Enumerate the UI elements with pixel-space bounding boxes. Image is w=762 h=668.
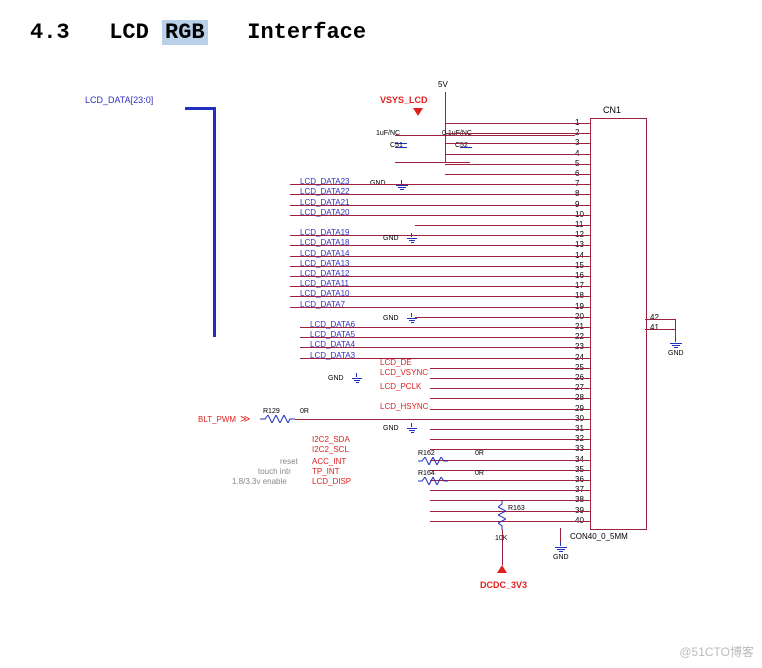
gnd-bot-v bbox=[560, 528, 561, 543]
label-disp: LCD_DISP bbox=[312, 477, 351, 486]
watermark: @51CTO博客 bbox=[679, 643, 754, 660]
gnd-right-v bbox=[675, 319, 676, 339]
r129-ref: R129 bbox=[263, 408, 280, 415]
gnd-icon-bot bbox=[554, 542, 568, 552]
label-scl: I2C2_SCL bbox=[312, 445, 349, 454]
gnd-label-2: GND bbox=[383, 235, 399, 242]
note-reset: reset bbox=[280, 457, 298, 466]
c51-ref: C51 bbox=[390, 142, 403, 149]
label-tp: TP_INT bbox=[312, 467, 340, 476]
note-enable: 1.8/3.3v enable bbox=[232, 477, 287, 486]
r129-val: 0R bbox=[300, 408, 309, 415]
r162-val: 0R bbox=[475, 450, 484, 457]
section-title: 4.3 LCD RGB Interface bbox=[30, 20, 366, 45]
note-touch: touch intr bbox=[258, 467, 291, 476]
gnd-label-bot: GND bbox=[553, 554, 569, 561]
schematic-area: LCD_DATA[23:0] 5V VSYS_LCD 1uF/NC C51 0.… bbox=[0, 80, 762, 640]
gnd-icon-4 bbox=[350, 373, 364, 383]
bus-wire bbox=[185, 107, 215, 110]
label-sda: I2C2_SDA bbox=[312, 435, 350, 444]
section-number: 4.3 bbox=[30, 20, 70, 45]
bus-label: LCD_DATA[23:0] bbox=[85, 95, 153, 105]
pin-41: 41 bbox=[650, 323, 659, 332]
label-pclk: LCD_PCLK bbox=[380, 382, 421, 391]
r162 bbox=[418, 457, 448, 465]
label-blt-pwm: BLT_PWM bbox=[198, 415, 236, 424]
r164-val: 0R bbox=[475, 470, 484, 477]
dcdc-rail bbox=[502, 530, 503, 565]
r163 bbox=[498, 500, 506, 530]
title-word-lcd: LCD bbox=[109, 20, 149, 45]
label-de: LCD_DE bbox=[380, 358, 412, 367]
blt-wire bbox=[295, 419, 590, 420]
cap-rail bbox=[395, 135, 575, 136]
pin-42: 42 bbox=[650, 313, 659, 322]
gnd-label-right: GND bbox=[668, 350, 684, 357]
connector-body bbox=[590, 118, 647, 530]
r164-ref: R164 bbox=[418, 470, 435, 477]
gnd-icon-5 bbox=[405, 423, 419, 433]
power-rail bbox=[445, 92, 446, 162]
label-vsys-lcd: VSYS_LCD bbox=[380, 95, 428, 105]
r162-ref: R162 bbox=[418, 450, 435, 457]
power-arrow-icon bbox=[413, 108, 423, 116]
r163-ref: R163 bbox=[508, 505, 525, 512]
pin42-wire bbox=[645, 319, 675, 320]
gnd-label-5: GND bbox=[383, 425, 399, 432]
r164 bbox=[418, 477, 448, 485]
title-word-interface: Interface bbox=[247, 20, 366, 45]
gnd-icon-2 bbox=[405, 233, 419, 243]
dcdc-arrow-icon bbox=[497, 565, 507, 573]
label-acc: ACC_INT bbox=[312, 457, 346, 466]
label-hsync: LCD_HSYNC bbox=[380, 402, 428, 411]
title-word-rgb: RGB bbox=[162, 20, 208, 45]
pin41-wire bbox=[645, 329, 675, 330]
gnd-label-4: GND bbox=[328, 375, 344, 382]
conn-type: CON40_0_5MM bbox=[570, 532, 628, 541]
gnd-label-3: GND bbox=[383, 315, 399, 322]
gnd-icon-3 bbox=[405, 313, 419, 323]
label-5v: 5V bbox=[438, 80, 448, 89]
r129 bbox=[260, 415, 295, 423]
gnd-icon-right bbox=[669, 338, 683, 348]
blt-port-icon: ≫ bbox=[240, 414, 250, 426]
c51-val: 1uF/NC bbox=[376, 130, 400, 137]
label-dcdc-3v3: DCDC_3V3 bbox=[480, 580, 527, 590]
conn-ref: CN1 bbox=[603, 105, 621, 115]
label-vsync: LCD_VSYNC bbox=[380, 368, 428, 377]
bus-wire-v bbox=[213, 107, 216, 337]
